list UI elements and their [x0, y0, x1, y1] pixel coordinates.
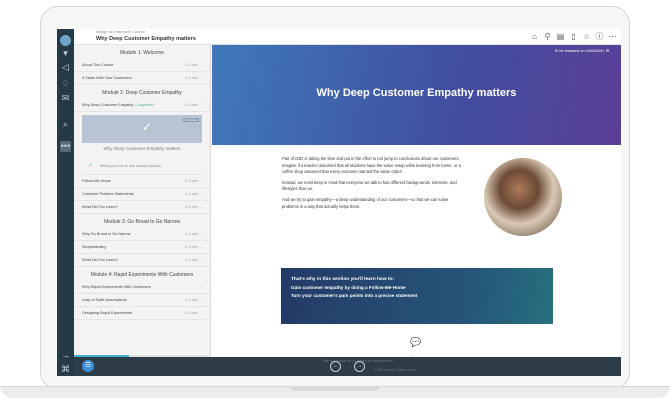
lesson-item[interactable]: It Starts With Your Customers ⊙ 2 min ⌄ [74, 72, 210, 85]
next-arrow-icon[interactable]: → [354, 361, 365, 372]
megaphone-icon[interactable]: ◁ [60, 62, 71, 73]
org-logo-icon[interactable] [60, 35, 71, 46]
callout-item: Gain customer empathy by doing a Follow-… [291, 285, 406, 290]
top-bar: Bridge to Employee Course Why Deep Custo… [74, 29, 621, 45]
laptop-notch [290, 386, 380, 391]
hero-banner: To be released on 16/03/2021 ⚙ Why Deep … [212, 45, 621, 145]
bell-icon[interactable]: ♢ [60, 78, 71, 89]
bookmark-icon[interactable]: ▯ [569, 32, 578, 41]
module-objective-item[interactable]: ✓ What you'll do in this module (know) [82, 157, 202, 175]
lesson-item[interactable]: Why Rapid Experiments With Customers ⌄ [74, 281, 210, 294]
lesson-item[interactable]: Customer Problem Statements ⊙ 2 min ⌄ [74, 188, 210, 201]
lesson-item[interactable]: What Did You Learn? ⊙ 2 min ⌄ [74, 254, 210, 267]
mail-icon[interactable]: ✉ [60, 93, 71, 104]
paragraph: Instead, we must keep in mind that every… [282, 179, 457, 192]
callout-heading: That's why in this section you'll learn … [291, 277, 395, 282]
checkmark-icon: ✓ [142, 120, 153, 134]
breadcrumb[interactable]: Bridge to Employee Course [96, 29, 145, 34]
search-icon[interactable]: ⌕ [60, 119, 71, 130]
bottom-bar: ☰ The downside of jumping to conclusions… [74, 357, 621, 376]
lesson-content: To be released on 16/03/2021 ⚙ Why Deep … [212, 45, 621, 376]
star-icon[interactable]: ☆ [582, 32, 591, 41]
previous-arrow-icon[interactable]: ← [330, 361, 341, 372]
outline-toggle-icon[interactable]: ☰ [82, 360, 94, 372]
collapse-icon[interactable]: ⌘ [60, 364, 71, 375]
lesson-item[interactable]: What Did You Learn? ⊙ 2 min ⌄ [74, 201, 210, 214]
release-date: To be released on 16/03/2021 ⚙ [554, 49, 609, 53]
help-icon[interactable]: ⓘ [595, 32, 604, 41]
callout-item: Turn your customer's pain points into a … [291, 293, 418, 298]
more-icon[interactable]: ⋯ [608, 32, 617, 41]
coffee-shop-photo [484, 158, 562, 236]
chevron-down-icon[interactable]: ▾ [60, 48, 71, 59]
points-info: ⊙ 299 points · Points Guide [374, 368, 416, 372]
lesson-item[interactable]: Storyboarding ⊙ 3 min ⌄ [74, 241, 210, 254]
notes-icon[interactable]: ▤ [556, 32, 565, 41]
callout-box: That's why in this section you'll learn … [281, 268, 553, 324]
tools-icon[interactable]: ⚲ [543, 32, 552, 41]
module-heading: Module 3: Go Broad to Go Narrow [104, 219, 180, 225]
progress-badge: 1/1 done [183, 118, 199, 122]
arrow-right-icon[interactable]: → [60, 350, 71, 361]
lesson-item[interactable]: Why Go Broad to Go Narrow ⊙ 2 min ⌄ [74, 228, 210, 241]
completed-badge: Completed [135, 103, 154, 107]
module-heading: Module 2: Deep Customer Empathy [102, 90, 182, 96]
hero-title: Why Deep Customer Empathy matters [316, 87, 517, 99]
lesson-item[interactable]: About This Course ⊙ 2 min ⌄ [74, 59, 210, 72]
home-icon[interactable]: ⌂ [530, 32, 539, 41]
lesson-item[interactable]: Follow-Me-Home ⊙ 3 min ⌄ [74, 175, 210, 188]
lesson-thumbnail[interactable]: 1/1 done ✓ [82, 115, 202, 143]
lesson-item[interactable]: Designing Rapid Experiments ⊙ 3 min ⌄ [74, 307, 210, 320]
chat-bubble-icon: 💬 [410, 337, 422, 347]
module-heading: Module 4: Rapid Experiments With Custome… [90, 272, 194, 278]
lesson-body: Part of D4D is taking the time and put i… [282, 156, 462, 214]
module-heading: Module 1: Welcome [119, 50, 165, 56]
check-icon: ✓ [88, 163, 94, 169]
lesson-card-title: Why Deep Customer Empathy matters [103, 146, 181, 151]
lesson-item[interactable]: Leap of Faith Assumptions ⊙ 2 min ⌄ [74, 294, 210, 307]
left-rail: ▾ ◁ ♢ ✉ ⌕ ••• → ⌘ [57, 29, 74, 376]
lesson-item-current[interactable]: Why Deep Customer Empathy Completed ⊙ 3 mi… [74, 99, 210, 112]
course-outline: Module 1: Welcome About This Course ⊙ 2 m… [74, 45, 211, 376]
app-screen: ▾ ◁ ♢ ✉ ⌕ ••• → ⌘ Bridge to Employee Cou… [57, 29, 621, 376]
paragraph: Part of D4D is taking the time and put i… [282, 156, 461, 175]
more-apps-icon[interactable]: ••• [60, 141, 71, 152]
paragraph: And we try to gain empathy—a deep unders… [282, 196, 449, 209]
page-title: Why Deep Customer Empathy matters [96, 36, 196, 42]
